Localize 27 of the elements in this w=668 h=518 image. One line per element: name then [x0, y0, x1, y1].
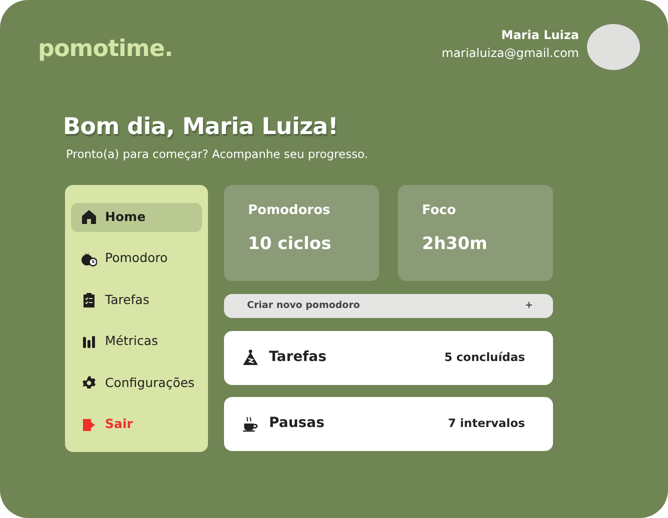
- clipboard-icon: [81, 292, 97, 308]
- settings-icon: [81, 375, 97, 392]
- summary-label: Pausas: [269, 414, 324, 434]
- coffee-cup-icon: [242, 415, 259, 432]
- sidebar-item[interactable]: Pomodoro: [71, 244, 202, 274]
- greeting-heading: Bom dia, Maria Luiza!: [63, 114, 340, 142]
- sidebar-item[interactable]: Configurações: [71, 368, 202, 398]
- tomato-clock-icon: [81, 250, 97, 267]
- stat-label: Foco: [422, 202, 457, 220]
- summary-label: Tarefas: [269, 348, 326, 368]
- stat-value: 2h30m: [422, 233, 488, 256]
- stat-label: Pomodoros: [248, 202, 332, 220]
- sidebar-item[interactable]: Métricas: [71, 327, 202, 356]
- logo: pomotime.: [38, 35, 173, 64]
- greeting-subtitle: Pronto(a) para começar? Acompanhe seu progresso.: [66, 146, 370, 163]
- sidebar-item[interactable]: Tarefas: [71, 286, 202, 315]
- exit-door-icon: [81, 416, 97, 433]
- avatar[interactable]: [587, 24, 640, 70]
- summary-value: 5 concluídas: [444, 349, 525, 366]
- sidebar-item[interactable]: Home: [71, 202, 202, 232]
- user-name: Maria Luiza: [500, 27, 579, 44]
- summary-value: 7 intervalos: [448, 415, 525, 432]
- bar-chart-icon: [81, 334, 97, 350]
- user-email: marialuiza@gmail.com: [442, 45, 579, 62]
- home-icon: [81, 209, 97, 226]
- stat-value: 10 ciclos: [248, 233, 332, 256]
- create-pomodoro-button[interactable]: Criar novo pomodoro +: [224, 294, 553, 318]
